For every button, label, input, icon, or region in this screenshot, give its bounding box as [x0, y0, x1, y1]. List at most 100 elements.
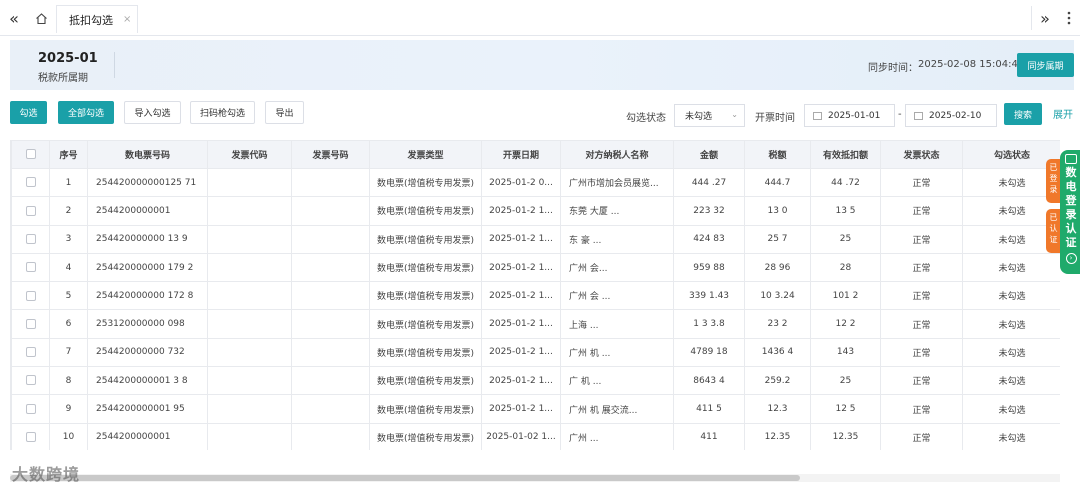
invoice-type-cell: 数电票(增值税专用发票)	[369, 252, 482, 283]
sync-period-button[interactable]: 同步属期	[1017, 53, 1074, 77]
row-checkbox[interactable]	[25, 347, 36, 358]
table-row[interactable]: 10 2544200000001 数电票(增值税专用发票) 2025-01-02 1.…	[11, 422, 1060, 450]
counterparty-name-cell: 东莞 大厦 ...	[560, 196, 674, 226]
invoice-status-cell: 正常	[880, 422, 963, 450]
invoice-code-cell	[207, 309, 292, 339]
verified-badge[interactable]: 已认证	[1046, 209, 1061, 253]
row-checkbox[interactable]	[25, 233, 36, 244]
counterparty-name-cell: 广州市增加会员展览...	[560, 167, 674, 198]
counterparty-name-cell: 上海 ...	[560, 309, 674, 339]
table-row[interactable]: 8 2544200000001 3 8 数电票(增值税专用发票) 2025-01-2 …	[11, 366, 1060, 396]
row-checkbox[interactable]	[25, 205, 36, 216]
select-status-cell: 未勾选	[962, 337, 1060, 368]
counterparty-name-cell: 广州 ...	[560, 422, 674, 450]
invoice-number-cell: 254420000000 172 8	[87, 281, 208, 311]
double-left-icon[interactable]: «	[0, 0, 28, 36]
select-status-dropdown[interactable]: 未勾选 ⌄	[674, 104, 745, 127]
invoice-type-cell: 数电票(增值税专用发票)	[369, 337, 482, 368]
table-row[interactable]: 7 254420000000 732 数电票(增值税专用发票) 2025-01-2 1…	[11, 337, 1060, 368]
row-index-cell: 2	[49, 196, 88, 226]
table-row[interactable]: 9 2544200000001 95 数电票(增值税专用发票) 2025-01-2 1…	[11, 394, 1060, 424]
table-header-row: 序号 数电票号码 发票代码 发票号码 发票类型 开票日期 对方纳税人名称 金额 …	[11, 140, 1060, 169]
row-checkbox[interactable]	[25, 432, 36, 443]
period-banner: 2025-01 税款所属期 同步时间： 2025-02-08 15:04:45 …	[10, 40, 1074, 90]
counterparty-name-cell: 广 机 ...	[560, 366, 674, 396]
more-icon[interactable]	[1055, 0, 1080, 36]
counterparty-name-cell: 广州 机 ...	[560, 337, 674, 368]
invoice-number-cell: 254420000000 732	[87, 337, 208, 368]
table-row[interactable]: 4 254420000000 179 2 数电票(增值税专用发票) 2025-01-2…	[11, 252, 1060, 283]
row-checkbox-cell[interactable]	[11, 281, 50, 311]
invoice-status-cell: 正常	[880, 366, 963, 396]
search-button[interactable]: 搜索	[1004, 103, 1042, 125]
date-to-input[interactable]: 2025-02-10	[905, 104, 997, 127]
import-select-button[interactable]: 导入勾选	[124, 101, 181, 124]
date-separator: -	[898, 109, 902, 120]
issue-date-cell: 2025-01-2 1...	[481, 337, 561, 368]
invoice-status-cell: 正常	[880, 337, 963, 368]
row-checkbox-cell[interactable]	[11, 337, 50, 368]
select-all-checkbox[interactable]	[25, 149, 36, 160]
row-checkbox[interactable]	[25, 318, 36, 329]
table-row[interactable]: 2 2544200000001 数电票(增值税专用发票) 2025-01-2 1...…	[11, 196, 1060, 226]
scanner-select-button[interactable]: 扫码枪勾选	[190, 101, 255, 124]
scrollbar-thumb[interactable]	[10, 475, 800, 481]
home-icon[interactable]	[28, 0, 54, 36]
deductible-amount-cell: 12 2	[810, 309, 881, 339]
select-button[interactable]: 勾选	[10, 101, 47, 124]
deductible-amount-cell: 25	[810, 366, 881, 396]
table-row[interactable]: 6 253120000000 098 数电票(增值税专用发票) 2025-01-2 1…	[11, 309, 1060, 339]
select-status-cell: 未勾选	[962, 394, 1060, 424]
close-icon[interactable]: ×	[123, 14, 131, 25]
invoice-no-cell	[291, 366, 370, 396]
invoice-type-cell: 数电票(增值税专用发票)	[369, 309, 482, 339]
invoice-number-cell: 254420000000125 71	[87, 167, 208, 198]
row-checkbox-cell[interactable]	[11, 196, 50, 226]
row-checkbox[interactable]	[25, 262, 36, 273]
widget-char: 数	[1065, 166, 1077, 179]
invoice-type-cell: 数电票(增值税专用发票)	[369, 224, 482, 254]
issue-date-cell: 2025-01-2 1...	[481, 196, 561, 226]
row-checkbox[interactable]	[25, 375, 36, 386]
tax-amount-cell: 12.35	[744, 422, 811, 450]
expand-link[interactable]: 展开	[1053, 106, 1073, 121]
select-status-cell: 未勾选	[962, 252, 1060, 283]
row-checkbox[interactable]	[25, 177, 36, 188]
column-header: 发票号码	[291, 140, 370, 169]
select-all-button[interactable]: 全部勾选	[58, 101, 114, 124]
horizontal-scrollbar[interactable]	[10, 474, 1060, 482]
row-checkbox-cell[interactable]	[11, 394, 50, 424]
invoice-table: 序号 数电票号码 发票代码 发票号码 发票类型 开票日期 对方纳税人名称 金额 …	[10, 140, 1060, 450]
invoice-type-cell: 数电票(增值税专用发票)	[369, 366, 482, 396]
widget-char: 已	[1049, 163, 1058, 172]
table-row[interactable]: 3 254420000000 13 9 数电票(增值税专用发票) 2025-01-2 …	[11, 224, 1060, 254]
date-from-input[interactable]: 2025-01-01	[804, 104, 895, 127]
row-checkbox-cell[interactable]	[11, 366, 50, 396]
invoice-number-cell: 2544200000001	[87, 196, 208, 226]
row-checkbox-cell[interactable]	[11, 422, 50, 450]
row-checkbox[interactable]	[25, 290, 36, 301]
arrow-right-circle-icon: ›	[1065, 253, 1077, 264]
invoice-date-label: 开票时间	[755, 113, 795, 124]
row-index-cell: 7	[49, 337, 88, 368]
row-checkbox[interactable]	[25, 403, 36, 414]
export-button[interactable]: 导出	[265, 101, 304, 124]
tab-deduction-select[interactable]: 抵扣勾选 ×	[56, 5, 138, 33]
amount-cell: 424 83	[673, 224, 745, 254]
table-row[interactable]: 1 254420000000125 71 数电票(增值税专用发票) 2025-01-2…	[11, 167, 1060, 198]
widget-char: 录	[1049, 185, 1058, 194]
widget-char: 电	[1065, 180, 1077, 193]
row-checkbox-cell[interactable]	[11, 309, 50, 339]
logged-in-badge[interactable]: 已登录	[1046, 159, 1061, 203]
row-checkbox-cell[interactable]	[11, 252, 50, 283]
invoice-number-cell: 254420000000 179 2	[87, 252, 208, 283]
row-checkbox-cell[interactable]	[11, 224, 50, 254]
e-invoice-login-widget[interactable]: 数电登录认证 ›	[1060, 150, 1080, 274]
amount-cell: 959 88	[673, 252, 745, 283]
table-row[interactable]: 5 254420000000 172 8 数电票(增值税专用发票) 2025-01-2…	[11, 281, 1060, 311]
row-checkbox-cell[interactable]	[11, 167, 50, 198]
header-checkbox-cell[interactable]	[11, 140, 50, 169]
invoice-no-cell	[291, 281, 370, 311]
deductible-amount-cell: 28	[810, 252, 881, 283]
amount-cell: 8643 4	[673, 366, 745, 396]
